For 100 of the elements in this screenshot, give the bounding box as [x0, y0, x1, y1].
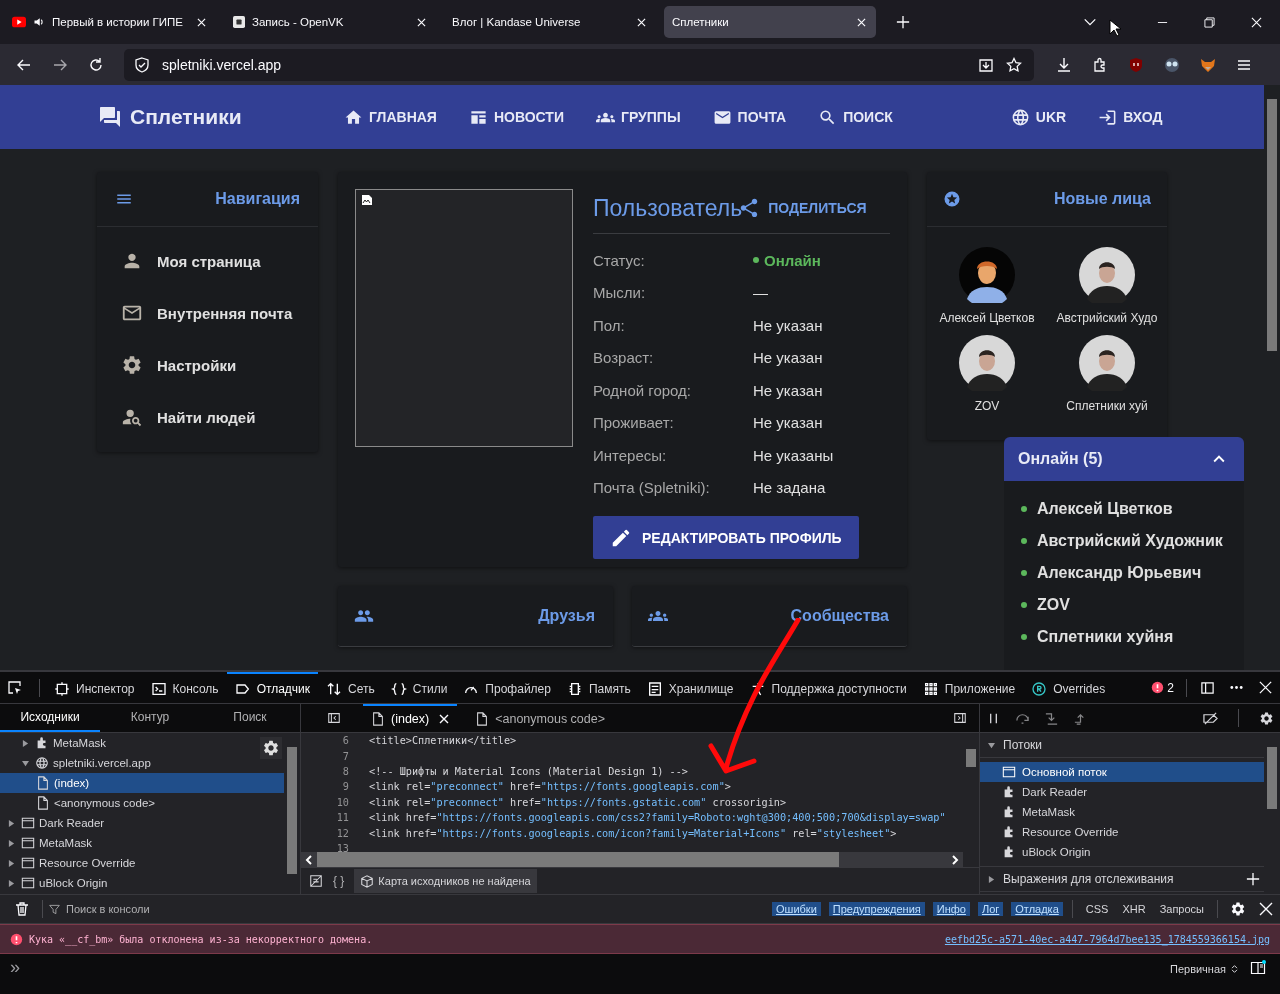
log-level-toggle[interactable]: Инфо	[932, 902, 970, 916]
settings-icon[interactable]	[1230, 901, 1246, 917]
trash-icon[interactable]	[14, 901, 30, 917]
log-level-toggle[interactable]: Ошибки	[772, 902, 821, 916]
expand-arrow-icon[interactable]	[22, 759, 29, 767]
nav-link[interactable]: НОВОСТИ	[468, 107, 564, 127]
browser-tab[interactable]: Первый в истории ГИПЕ	[4, 6, 216, 38]
expand-arrow-icon[interactable]	[8, 859, 15, 867]
speaker-icon[interactable]	[32, 16, 46, 28]
editor-tab[interactable]: <anonymous code>	[467, 704, 614, 732]
browser-tab[interactable]: Влог | Kandase Universe	[444, 6, 656, 38]
browser-tab[interactable]: Сплетники	[664, 6, 876, 38]
devtools-tab[interactable]: Хранилище	[638, 672, 742, 703]
chat-bubbles-icon[interactable]	[98, 105, 122, 129]
reload-icon[interactable]	[88, 56, 104, 73]
context-selector[interactable]: Первичная	[1170, 963, 1238, 975]
goggles-extension-icon[interactable]	[1164, 56, 1180, 73]
person-name[interactable]: Австрийский Худо	[1056, 311, 1158, 325]
user-name[interactable]: Австрийский Художник	[1037, 532, 1223, 550]
panel-tab[interactable]: Поиск	[200, 704, 300, 732]
person-name[interactable]: Алексей Цветков	[939, 311, 1035, 325]
request-type-toggle[interactable]: XHR	[1118, 902, 1150, 916]
expand-arrow-icon[interactable]	[8, 839, 15, 847]
log-level-toggle[interactable]: Отладка	[1011, 902, 1063, 916]
element-picker-icon[interactable]	[7, 679, 23, 696]
sidebar-toggle-icon[interactable]	[327, 711, 341, 725]
request-type-toggle[interactable]: Запросы	[1155, 902, 1208, 916]
close-icon[interactable]	[439, 714, 450, 724]
avatar-icon[interactable]	[959, 335, 1015, 391]
save-page-icon[interactable]	[978, 56, 994, 73]
tree-item[interactable]: MetaMask	[0, 833, 284, 853]
close-icon[interactable]	[637, 17, 646, 27]
thread-item[interactable]: uBlock Origin	[980, 842, 1264, 862]
devtools-tab[interactable]: Стили	[382, 672, 456, 703]
thread-item[interactable]: Основной поток	[980, 762, 1264, 782]
devtools-tab[interactable]: Консоль	[142, 672, 227, 703]
user-name[interactable]: ZOV	[1037, 596, 1070, 614]
close-icon[interactable]	[1258, 901, 1274, 917]
tree-item[interactable]: uBlock Origin	[0, 873, 284, 893]
puzzle-icon[interactable]	[1092, 56, 1108, 73]
tree-item[interactable]: <anonymous code>	[0, 793, 284, 813]
thread-item[interactable]: MetaMask	[980, 802, 1264, 822]
bookmark-star-icon[interactable]	[1006, 56, 1022, 73]
settings-icon[interactable]	[1259, 710, 1274, 726]
card-title[interactable]: Сообщества	[790, 607, 889, 625]
scrollbar[interactable]	[301, 852, 963, 867]
sidebar-toggle-icon[interactable]	[953, 711, 967, 725]
nav-link[interactable]: UKR	[1010, 107, 1067, 127]
devtools-tab[interactable]: Память	[558, 672, 639, 703]
error-count-badge[interactable]: 2	[1151, 680, 1174, 695]
tree-item[interactable]: MetaMask	[0, 733, 284, 753]
nav-link[interactable]: ГРУППЫ	[595, 107, 681, 127]
fox-extension-icon[interactable]	[1200, 56, 1216, 73]
sidebar-item[interactable]: Настройки	[97, 339, 318, 391]
thread-item[interactable]: Resource Override	[980, 822, 1264, 842]
step-in-icon[interactable]	[1044, 710, 1059, 726]
avatar-icon[interactable]	[959, 247, 1015, 303]
console-filter-field[interactable]: Поиск в консоли	[64, 902, 268, 916]
nav-link[interactable]: ВХОД	[1098, 107, 1163, 127]
shield-icon[interactable]	[134, 56, 150, 73]
tree-item[interactable]: (index)	[0, 773, 284, 793]
close-icon[interactable]	[1251, 16, 1262, 28]
close-icon[interactable]	[857, 17, 866, 27]
close-icon[interactable]	[1258, 680, 1273, 695]
log-level-toggle[interactable]: Лог	[977, 902, 1004, 916]
nav-link[interactable]: ГЛАВНАЯ	[344, 107, 437, 127]
avatar-icon[interactable]	[1079, 335, 1135, 391]
scroll-right-icon[interactable]	[951, 854, 959, 865]
sidebar-item[interactable]: Моя страница	[97, 235, 318, 287]
sidebar-item[interactable]: Найти людей	[97, 391, 318, 443]
card-title[interactable]: Друзья	[538, 607, 595, 625]
split-console-icon[interactable]	[1250, 960, 1266, 976]
sidebar-item[interactable]: Внутренняя почта	[97, 287, 318, 339]
devtools-tab[interactable]: Overrides	[1023, 672, 1114, 703]
shield-extension-icon[interactable]	[1128, 56, 1144, 73]
accordion-header[interactable]: Выражения для отслеживания	[980, 866, 1264, 892]
close-icon[interactable]	[197, 17, 206, 27]
nav-link[interactable]: ПОЧТА	[712, 107, 787, 127]
online-panel-header[interactable]: Онлайн (5)	[1004, 437, 1244, 481]
accordion-header[interactable]: Потоки	[980, 733, 1264, 758]
dock-icon[interactable]	[1200, 680, 1215, 695]
expand-arrow-icon[interactable]	[22, 739, 29, 747]
tree-item[interactable]: spletniki.vercel.app	[0, 753, 284, 773]
download-icon[interactable]	[1056, 56, 1072, 73]
pretty-print-button[interactable]: { }	[333, 874, 345, 888]
restore-icon[interactable]	[1204, 16, 1215, 28]
person-name[interactable]: Сплетники хуй	[1066, 399, 1148, 413]
close-icon[interactable]	[417, 17, 426, 27]
devtools-tab[interactable]: Сеть	[318, 672, 383, 703]
thread-item[interactable]: Dark Reader	[980, 782, 1264, 802]
panel-tab[interactable]: Контур	[100, 704, 200, 732]
pretty-print-off-icon[interactable]	[309, 874, 323, 888]
person-name[interactable]: ZOV	[974, 399, 1000, 413]
source-link[interactable]: eefbd25c-a571-40ec-a447-7964d7bee135_1784559366154.jpg	[944, 933, 1270, 945]
address-bar[interactable]: spletniki.vercel.app	[124, 48, 1034, 81]
user-name[interactable]: Сплетники хуйня	[1037, 628, 1174, 646]
devtools-tab[interactable]: Приложение	[914, 672, 1024, 703]
user-name[interactable]: Александр Юрьевич	[1037, 564, 1202, 582]
edit-profile-button[interactable]: РЕДАКТИРОВАТЬ ПРОФИЛЬ	[593, 516, 859, 559]
devtools-tab[interactable]: Поддержка доступности	[741, 672, 915, 703]
